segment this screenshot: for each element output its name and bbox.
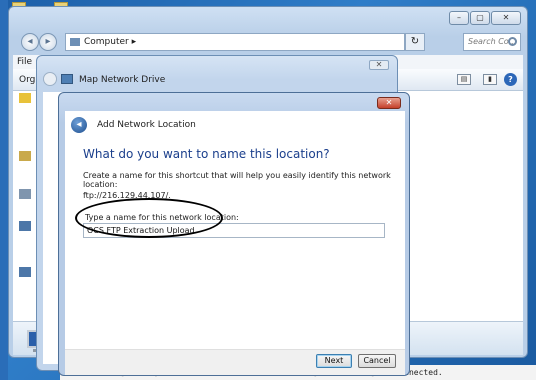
back-button[interactable] [43,72,57,86]
annotation-ellipse [75,198,223,238]
view-options-icon[interactable]: ▤ [457,74,471,85]
address-crumb[interactable]: Computer [84,37,129,47]
close-button[interactable]: ✕ [369,60,389,70]
forward-button[interactable]: ▸ [39,33,57,51]
search-icon[interactable] [508,37,517,46]
refresh-button[interactable]: ↻ [405,33,425,51]
back-arrow-icon[interactable]: ◂ [71,117,87,133]
help-icon[interactable]: ? [504,73,517,86]
window-controls: – ▢ ✕ [449,11,521,25]
libraries-icon[interactable] [19,151,31,161]
cancel-button[interactable]: Cancel [358,354,396,368]
close-button[interactable]: ✕ [377,97,401,109]
description-text: Create a name for this shortcut that wil… [83,171,391,189]
dialog-title: Add Network Location [97,120,196,130]
menu-file[interactable]: File [17,57,32,67]
desktop-edge [0,0,8,380]
network-icon[interactable] [19,267,31,277]
back-button[interactable]: ◂ [21,33,39,51]
chevron-right-icon[interactable]: ▸ [132,37,137,47]
page-heading: What do you want to name this location? [83,147,330,161]
next-button[interactable]: Next [316,354,352,368]
close-button[interactable]: ✕ [491,11,521,25]
computer-icon[interactable] [19,221,31,231]
window-title: Map Network Drive [79,75,166,85]
search-input[interactable]: Search Co... [463,33,521,51]
drive-icon[interactable] [19,189,31,199]
organize-menu[interactable]: Org [19,75,35,85]
dialog-header: ◂ Add Network Location [65,111,405,141]
computer-icon [70,38,80,46]
network-drive-icon [61,74,73,84]
favorites-star-icon[interactable] [19,93,31,103]
address-bar[interactable]: Computer ▸ [65,33,405,51]
minimize-button[interactable]: – [449,11,469,25]
maximize-button[interactable]: ▢ [470,11,490,25]
add-network-location-dialog: ✕ ◂ Add Network Location What do you wan… [58,92,410,376]
dialog-body: What do you want to name this location? … [65,141,405,349]
preview-pane-icon[interactable]: ▮ [483,74,497,85]
dialog-footer: Next Cancel [65,349,405,375]
